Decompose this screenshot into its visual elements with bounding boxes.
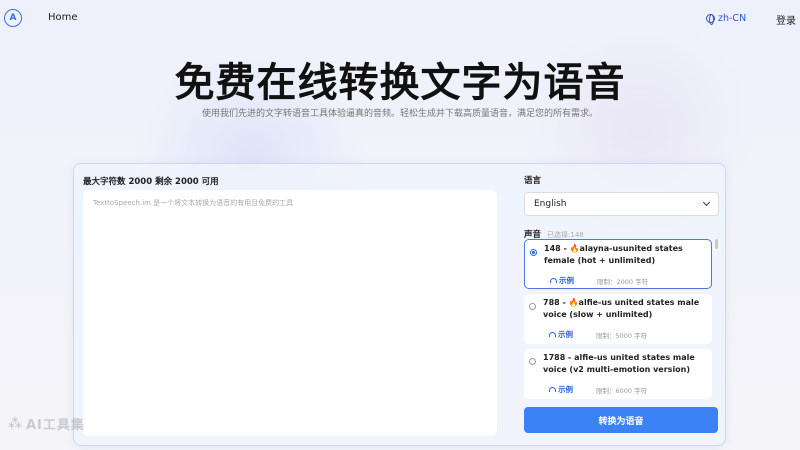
- watermark-text: AI工具集: [26, 418, 85, 433]
- sample-button[interactable]: 示例: [550, 275, 574, 286]
- voice-radio[interactable]: [529, 303, 536, 310]
- globe-icon: [706, 14, 715, 25]
- voice-name: 1788 - alfie-us united states male voice…: [543, 353, 695, 374]
- watermark-logo-icon: ⁂: [8, 415, 22, 432]
- voice-list-scrollbar[interactable]: [715, 239, 718, 249]
- chevron-down-icon: [702, 198, 711, 207]
- language-switcher-label: zh-CN: [718, 13, 747, 24]
- voice-option[interactable]: 1788 - alfie-us united states male voice…: [524, 349, 712, 399]
- page-subtitle: 使用我们先进的文字转语音工具体验逼真的音频。轻松生成并下载高质量语音，满足您的所…: [201, 109, 598, 119]
- sample-button[interactable]: 示例: [549, 384, 573, 395]
- headphones-icon: [549, 387, 556, 392]
- nav-home-link[interactable]: Home: [48, 12, 78, 23]
- sample-label: 示例: [558, 385, 573, 394]
- voice-limit: 限制：2000 字符: [597, 278, 649, 286]
- sample-label: 示例: [558, 330, 573, 339]
- language-select[interactable]: English: [524, 192, 719, 216]
- language-label: 语言: [524, 176, 542, 186]
- voice-name: 148 - 🔥alayna-usunited states female (ho…: [544, 244, 683, 265]
- watermark: ⁂ AI工具集: [8, 414, 85, 434]
- headphones-icon: [550, 278, 557, 283]
- language-select-value: English: [534, 199, 567, 209]
- voice-option[interactable]: 148 - 🔥alayna-usunited states female (ho…: [524, 239, 712, 289]
- logo-letter: A: [9, 13, 17, 23]
- voice-radio[interactable]: [529, 358, 536, 365]
- voice-list[interactable]: 148 - 🔥alayna-usunited states female (ho…: [524, 239, 719, 399]
- char-count-label: 最大字符数 2000 剩余 2000 可用: [83, 177, 219, 187]
- page-title: 免费在线转换文字为语音: [174, 60, 626, 106]
- text-input[interactable]: [83, 190, 497, 436]
- logo-icon[interactable]: A: [4, 9, 22, 27]
- language-switcher[interactable]: zh-CN: [706, 13, 747, 25]
- convert-button[interactable]: 转换为语音: [524, 407, 718, 433]
- settings-panel: 语言 English 声音 已选择:148: [524, 174, 719, 240]
- voice-name: 788 - 🔥alfie-us united states male voice…: [543, 298, 700, 319]
- voice-radio[interactable]: [530, 249, 537, 256]
- voice-limit: 限制：5000 字符: [596, 332, 648, 340]
- sample-label: 示例: [559, 276, 574, 285]
- sample-button[interactable]: 示例: [549, 329, 573, 340]
- voice-option[interactable]: 788 - 🔥alfie-us united states male voice…: [524, 294, 712, 344]
- login-link[interactable]: 登录: [776, 12, 796, 27]
- headphones-icon: [549, 332, 556, 337]
- top-bar: A Home zh-CN 登录: [0, 0, 800, 36]
- voice-limit: 限制：6000 字符: [596, 387, 648, 395]
- tts-panel: 最大字符数 2000 剩余 2000 可用 语言 English 声音 已选择:…: [73, 163, 726, 446]
